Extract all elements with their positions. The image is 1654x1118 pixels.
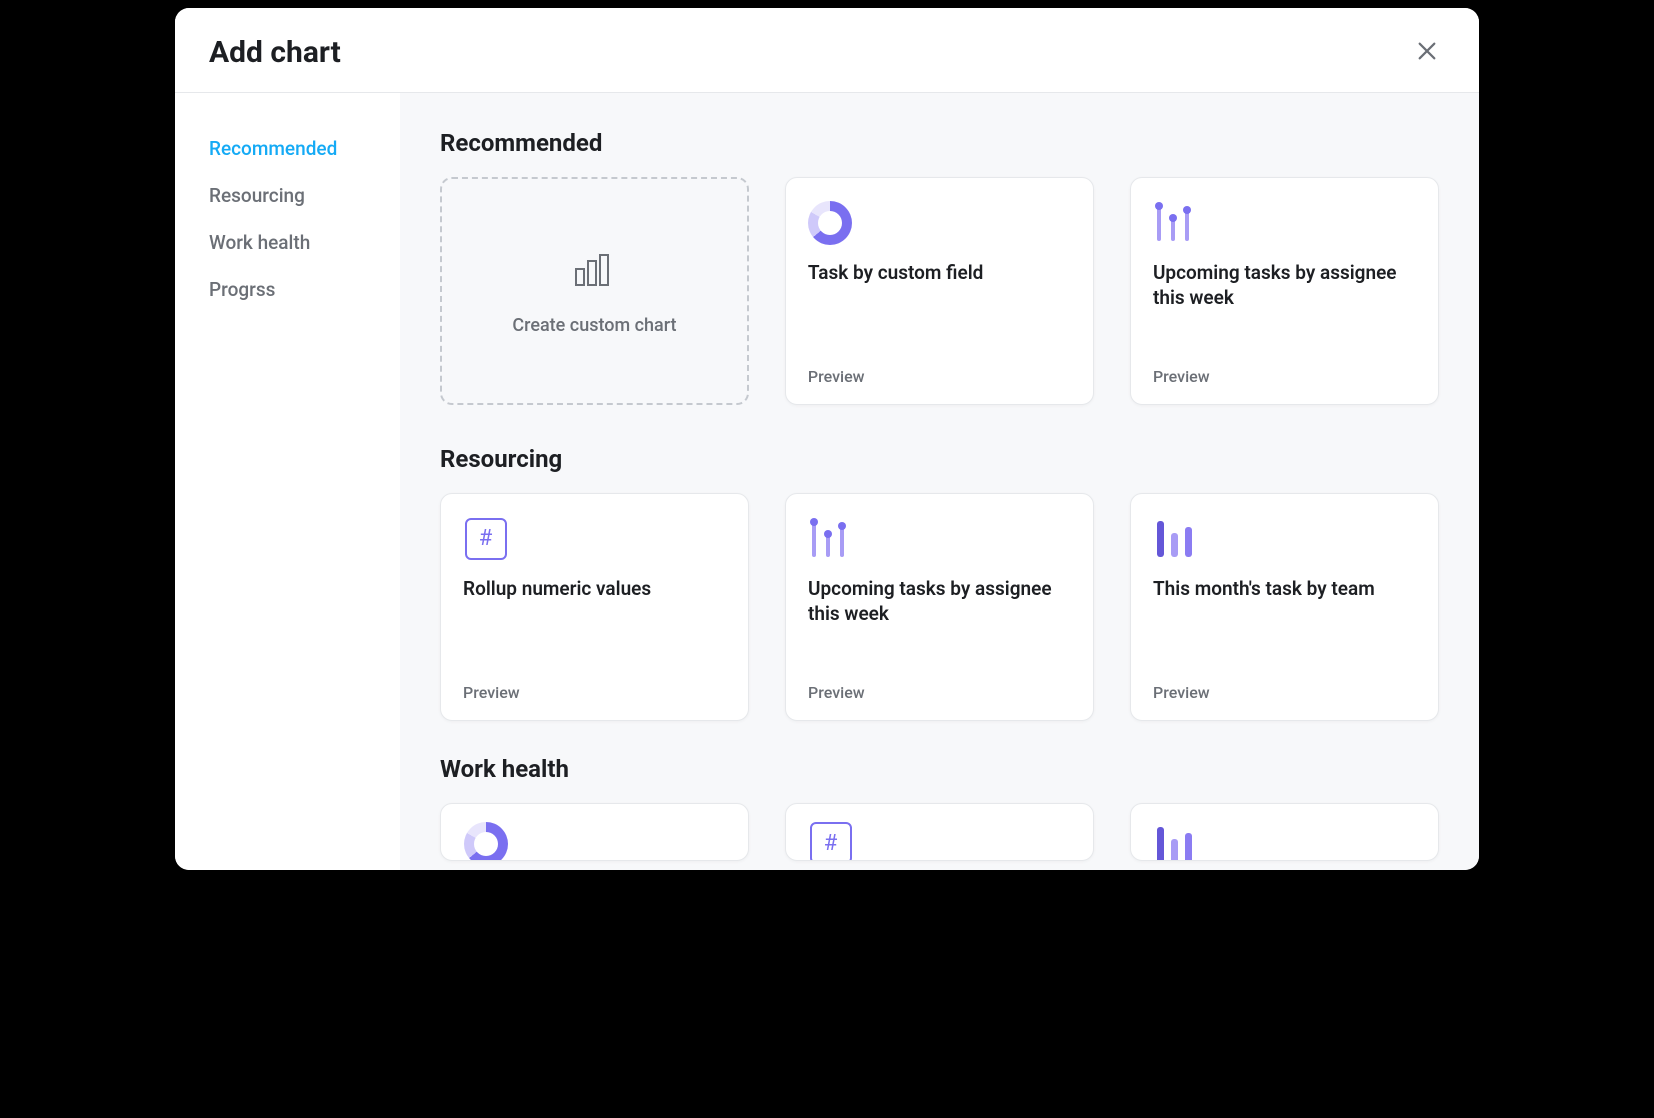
card-title: Rollup numeric values	[463, 577, 726, 602]
card-rollup-numeric-values[interactable]: # Rollup numeric values Preview	[440, 493, 749, 721]
section-title-resourcing: Resourcing	[440, 445, 1439, 473]
card-task-by-custom-field[interactable]: Task by custom field Preview	[785, 177, 1094, 405]
card-upcoming-tasks-by-assignee[interactable]: Upcoming tasks by assignee this week Pre…	[1130, 177, 1439, 405]
hash-icon: #	[463, 516, 508, 561]
close-button[interactable]	[1409, 34, 1445, 70]
donut-chart-icon	[463, 822, 508, 861]
preview-link[interactable]: Preview	[808, 683, 1071, 702]
hash-icon: #	[808, 822, 853, 861]
sidebar-item-progress[interactable]: Progrss	[209, 266, 400, 313]
preview-link[interactable]: Preview	[808, 367, 1071, 386]
card-title: Task by custom field	[808, 261, 1071, 286]
bar-chart-icon	[1153, 516, 1198, 561]
lollipop-chart-icon	[808, 516, 853, 561]
card-title: This month's task by team	[1153, 577, 1416, 602]
sidebar-item-recommended[interactable]: Recommended	[209, 125, 400, 172]
card-row-work-health: #	[440, 803, 1439, 861]
card-work-health-3[interactable]	[1130, 803, 1439, 861]
card-row-recommended: Create custom chart Task by custom field…	[440, 177, 1439, 405]
preview-link[interactable]: Preview	[463, 683, 726, 702]
modal-body: Recommended Resourcing Work health Progr…	[175, 93, 1479, 870]
add-chart-modal: Add chart Recommended Resourcing Work he…	[175, 8, 1479, 870]
modal-header: Add chart	[175, 8, 1479, 93]
close-icon	[1416, 40, 1438, 65]
card-upcoming-tasks-by-assignee-2[interactable]: Upcoming tasks by assignee this week Pre…	[785, 493, 1094, 721]
modal-title: Add chart	[209, 35, 341, 70]
card-title: Upcoming tasks by assignee this week	[808, 577, 1071, 626]
card-work-health-2[interactable]: #	[785, 803, 1094, 861]
sidebar-item-resourcing[interactable]: Resourcing	[209, 172, 400, 219]
card-row-resourcing: # Rollup numeric values Preview Upco	[440, 493, 1439, 721]
bar-chart-icon	[1153, 822, 1198, 861]
donut-chart-icon	[808, 200, 853, 245]
create-custom-chart-card[interactable]: Create custom chart	[440, 177, 749, 405]
content-area: Recommended Create custom chart Task by …	[400, 93, 1479, 870]
preview-link[interactable]: Preview	[1153, 367, 1416, 386]
bar-chart-outline-icon	[572, 247, 616, 295]
create-card-label: Create custom chart	[512, 315, 676, 336]
section-title-recommended: Recommended	[440, 129, 1439, 157]
preview-link[interactable]: Preview	[1153, 683, 1416, 702]
sidebar: Recommended Resourcing Work health Progr…	[175, 93, 400, 870]
lollipop-chart-icon	[1153, 200, 1198, 245]
card-title: Upcoming tasks by assignee this week	[1153, 261, 1416, 310]
card-work-health-1[interactable]	[440, 803, 749, 861]
card-this-months-task-by-team[interactable]: This month's task by team Preview	[1130, 493, 1439, 721]
section-title-work-health: Work health	[440, 755, 1439, 783]
sidebar-item-work-health[interactable]: Work health	[209, 219, 400, 266]
